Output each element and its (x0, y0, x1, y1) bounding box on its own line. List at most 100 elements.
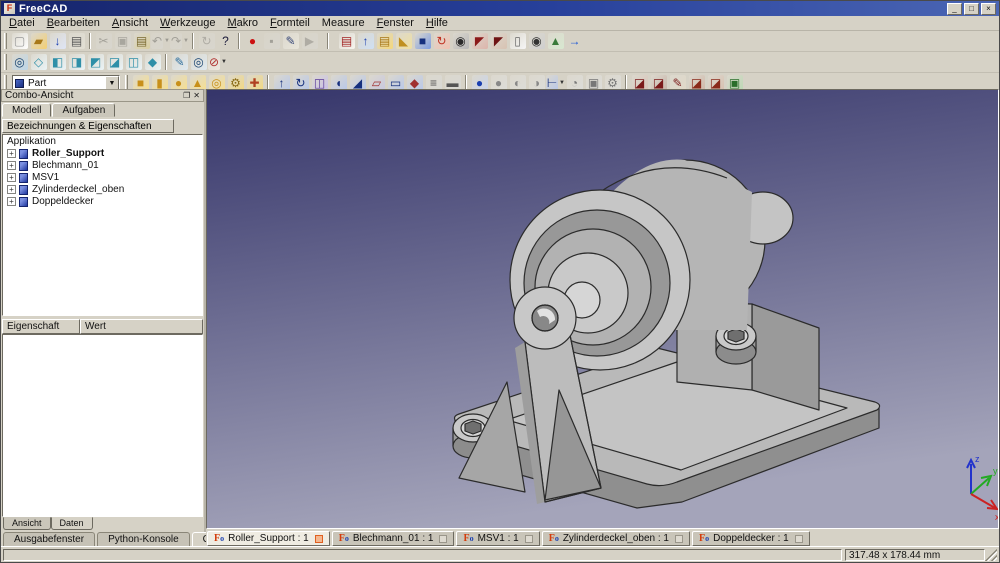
freecad-window: F FreeCAD _ □ × DateiBearbeitenAnsichtWe… (0, 0, 1000, 563)
camera-orbit-icon[interactable]: ◉ (451, 32, 470, 51)
measure-distance-icon[interactable]: ✎ (170, 53, 189, 72)
restore-button[interactable]: □ (964, 3, 979, 15)
view-front-icon[interactable]: ◧ (48, 53, 67, 72)
whats-this-icon[interactable]: ? (216, 32, 235, 51)
view-left-icon[interactable]: ◆ (143, 53, 162, 72)
view-rear-icon[interactable]: ◪ (105, 53, 124, 72)
tab-aufgaben[interactable]: Aufgaben (52, 103, 115, 117)
view-axonometric-icon[interactable]: ◇ (29, 53, 48, 72)
document-icon (19, 149, 28, 159)
menu-ansicht[interactable]: Ansicht (106, 16, 154, 30)
expand-icon[interactable]: + (7, 185, 16, 194)
document-icon (19, 197, 28, 207)
dock-tab-ausgabefenster[interactable]: Ausgabefenster (3, 532, 95, 546)
view-top-icon[interactable]: ◨ (67, 53, 86, 72)
toolbar-separator (192, 33, 194, 49)
chevron-down-icon[interactable]: ▼ (221, 59, 227, 65)
toolbar-grip[interactable] (4, 33, 7, 49)
refresh-icon: ↻ (197, 32, 216, 51)
menu-werkzeuge[interactable]: Werkzeuge (154, 16, 221, 30)
save-icon[interactable]: ↓ (48, 32, 67, 51)
copy-icon: ▣ (113, 32, 132, 51)
tree-item-roller_support[interactable]: +Roller_Support (5, 148, 202, 159)
print-icon[interactable]: ▤ (67, 32, 86, 51)
scene-inspector-icon[interactable]: ▤ (337, 32, 356, 51)
title-bar: F FreeCAD _ □ × (1, 1, 999, 16)
scene-graph-icon[interactable]: ▲ (546, 32, 565, 51)
zoom-icon[interactable]: ◎ (189, 53, 208, 72)
flag-dark-icon[interactable]: ◤ (489, 32, 508, 51)
labels-attributes-header[interactable]: Bezeichnungen & Eigenschaften (2, 119, 174, 133)
fit-all-icon[interactable]: ◎ (10, 53, 29, 72)
close-tab-icon[interactable] (439, 535, 447, 543)
expand-icon[interactable]: + (7, 173, 16, 182)
macro-edit-icon[interactable]: ✎ (281, 32, 300, 51)
menu-bearbeiten[interactable]: Bearbeiten (41, 16, 106, 30)
toolbar-file-macro: ▢▰↓▤✂▣▤↶▼↷▼↻?●▪✎▶▤↑▤◣■↻◉◤◤▯◉▲→ (1, 31, 999, 52)
view-data-tabs: AnsichtDaten (1, 517, 204, 530)
dock-tab-python-konsole[interactable]: Python-Konsole (97, 532, 190, 546)
menu-makro[interactable]: Makro (221, 16, 264, 30)
close-tab-icon[interactable] (525, 535, 533, 543)
document-tab-roller_support[interactable]: FoRoller_Support : 1 (207, 531, 330, 546)
close-tab-icon[interactable] (315, 535, 323, 543)
tab-ansicht[interactable]: Ansicht (3, 517, 51, 530)
model-tree[interactable]: Applikation +Roller_Support+Blechmann_01… (2, 134, 203, 316)
document-tab-blechmann_01[interactable]: Fo Blechmann_01 : 1 (332, 531, 455, 546)
status-message-area (3, 549, 842, 561)
document-tab-doppeldecker[interactable]: FoDoppeldecker : 1 (692, 531, 810, 546)
close-tab-icon[interactable] (675, 535, 683, 543)
clip-plane-icon[interactable]: ⊘▼ (208, 53, 227, 72)
forward-arrow-icon[interactable]: → (565, 32, 584, 51)
3d-viewport[interactable]: z y x (206, 89, 999, 529)
property-grid-body[interactable] (2, 334, 203, 517)
document-tab-bar: FoRoller_Support : 1FoBlechmann_01 : 1Fo… (206, 529, 999, 546)
float-panel-icon[interactable]: ❐ (183, 91, 190, 100)
tree-root-label[interactable]: Applikation (5, 136, 202, 147)
tree-item-doppeldecker[interactable]: +Doppeldecker (5, 196, 202, 207)
expand-icon[interactable]: + (7, 161, 16, 170)
close-tab-icon[interactable] (795, 535, 803, 543)
align-view-icon[interactable]: ↑ (356, 32, 375, 51)
menu-fenster[interactable]: Fenster (371, 16, 420, 30)
chevron-down-icon[interactable]: ▼ (183, 38, 189, 44)
sync-view-icon[interactable]: ↻ (432, 32, 451, 51)
expand-icon[interactable]: + (7, 149, 16, 158)
close-button[interactable]: × (981, 3, 996, 15)
open-folder-icon[interactable]: ▰ (29, 32, 48, 51)
layers-icon[interactable]: ▤ (375, 32, 394, 51)
box-element-icon[interactable]: ▯ (508, 32, 527, 51)
macro-record-icon[interactable]: ● (243, 32, 262, 51)
paste-icon[interactable]: ▤ (132, 32, 151, 51)
freecad-doc-icon: Fo (339, 533, 349, 544)
document-tab-label: Blechmann_01 : 1 (353, 533, 434, 544)
navigation-style-icon[interactable]: ◣ (394, 32, 413, 51)
menu-datei[interactable]: Datei (3, 16, 41, 30)
menu-formteil[interactable]: Formteil (264, 16, 316, 30)
value-column-header[interactable]: Wert (80, 319, 203, 334)
tree-item-msv1[interactable]: +MSV1 (5, 172, 202, 183)
view-right-icon[interactable]: ◩ (86, 53, 105, 72)
close-panel-icon[interactable]: ✕ (193, 91, 200, 100)
resize-grip[interactable] (985, 549, 997, 561)
tree-item-blechmann_01[interactable]: +Blechmann_01 (5, 160, 202, 171)
toolbar-grip[interactable] (4, 54, 7, 70)
workbench-cube-icon (15, 79, 24, 88)
minimize-button[interactable]: _ (947, 3, 962, 15)
expand-icon[interactable]: + (7, 197, 16, 206)
view-bottom-icon[interactable]: ◫ (124, 53, 143, 72)
menu-measure[interactable]: Measure (316, 16, 371, 30)
new-document-icon[interactable]: ▢ (10, 32, 29, 51)
snapshot-camera-icon[interactable]: ◉ (527, 32, 546, 51)
property-column-header[interactable]: Eigenschaft (2, 319, 80, 334)
toolbar-separator (327, 33, 329, 49)
tab-daten[interactable]: Daten (51, 517, 93, 530)
flag-red-icon[interactable]: ◤ (470, 32, 489, 51)
tree-item-zylinderdeckel_oben[interactable]: +Zylinderdeckel_oben (5, 184, 202, 195)
tab-modell[interactable]: Modell (2, 103, 51, 117)
document-tab-msv1[interactable]: FoMSV1 : 1 (456, 531, 539, 546)
document-icon (19, 173, 28, 183)
bounding-box-icon[interactable]: ■ (413, 32, 432, 51)
menu-hilfe[interactable]: Hilfe (420, 16, 454, 30)
document-tab-zylinderdeckel_oben[interactable]: FoZylinderdeckel_oben : 1 (542, 531, 690, 546)
